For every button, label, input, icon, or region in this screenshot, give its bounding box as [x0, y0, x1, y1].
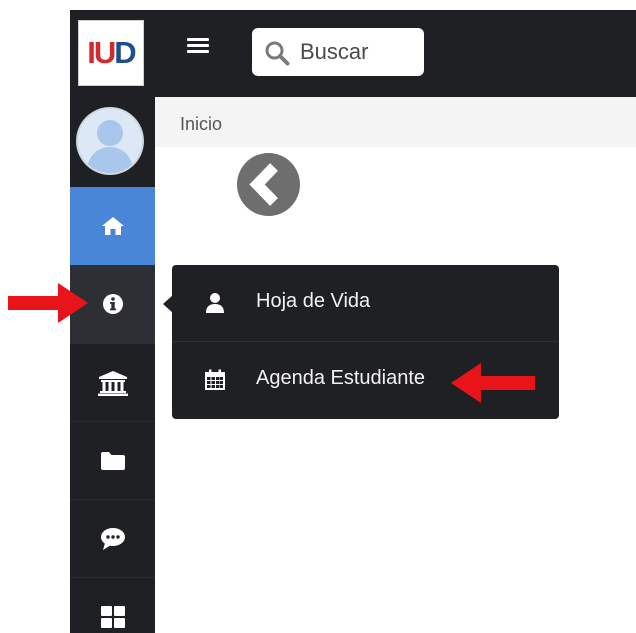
menu-item-label: Hoja de Vida: [256, 290, 371, 312]
menu-toggle-icon[interactable]: [187, 38, 209, 54]
sidebar-item-files[interactable]: [70, 421, 155, 499]
chevron-left-circle-icon: [237, 153, 300, 216]
breadcrumb-bar: [155, 97, 636, 147]
sidebar-item-messages[interactable]: [70, 499, 155, 577]
user-icon: [206, 293, 224, 313]
sidebar-item-apps[interactable]: [70, 577, 155, 633]
calendar-icon: [205, 369, 225, 390]
home-icon: [101, 217, 124, 235]
breadcrumb[interactable]: Inicio: [180, 114, 222, 135]
avatar-placeholder-icon: [78, 109, 142, 173]
grid-icon: [100, 606, 125, 628]
folder-icon: [100, 451, 125, 470]
menu-item-label: Agenda Estudiante: [256, 367, 426, 389]
red-arrow-left-icon: [451, 363, 535, 403]
info-icon: [102, 294, 123, 314]
bank-icon: [97, 370, 128, 396]
search-box[interactable]: [252, 28, 424, 76]
avatar[interactable]: [78, 109, 142, 173]
logo[interactable]: IUD: [78, 20, 144, 86]
search-icon: [265, 41, 290, 66]
sidebar-item-institution[interactable]: [70, 343, 155, 421]
menu-item-hoja-de-vida[interactable]: Hoja de Vida: [172, 265, 559, 342]
logo-text: IUD: [87, 35, 136, 70]
red-arrow-right-icon: [8, 283, 88, 323]
breadcrumb-item-home[interactable]: Inicio: [180, 114, 222, 134]
search-input[interactable]: [300, 36, 418, 68]
sidebar-item-home[interactable]: [70, 187, 155, 265]
back-button[interactable]: [237, 153, 300, 216]
chat-icon: [100, 527, 125, 550]
